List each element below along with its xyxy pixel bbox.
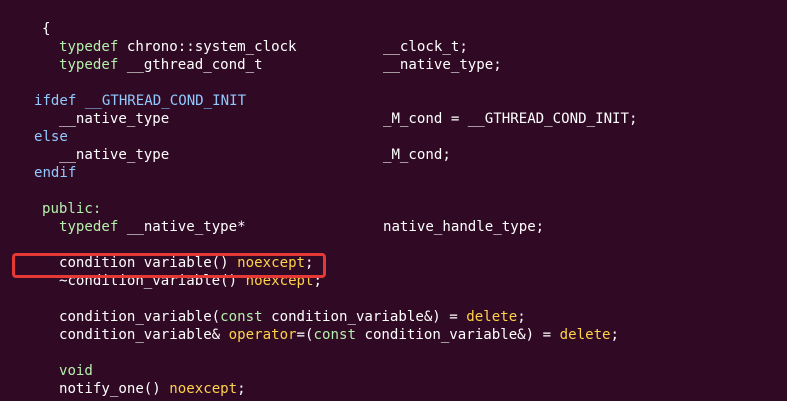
code-line: _M_cond; [349, 128, 451, 163]
code-line: __native_type; [349, 38, 502, 73]
code-specifier: operator [228, 327, 297, 343]
code-line: __native_type [25, 128, 169, 163]
code-line: notify_one() noexcept; [25, 362, 246, 397]
code-preprocessor: endif [33, 165, 77, 181]
code-token: __native_type; [382, 57, 502, 73]
code-line: __native_type [25, 92, 169, 127]
code-token: _M_cond; [382, 147, 451, 163]
code-keyword: const [313, 327, 356, 343]
code-token: ; [610, 327, 620, 343]
code-token: ; [237, 381, 246, 397]
code-line: typedef __native_type* [25, 200, 246, 235]
code-line: void [25, 344, 93, 379]
code-token: __native_type [58, 111, 170, 127]
code-token: __native_type* [118, 219, 246, 235]
code-line: native_handle_type; [349, 200, 544, 235]
code-token: native_handle_type; [382, 219, 545, 235]
code-token: __gthread_cond_t [118, 57, 263, 73]
code-line: condition variable() noexcept; [25, 236, 314, 271]
code-line: condition_variable(const condition_varia… [25, 290, 526, 325]
code-token: notify_one() [58, 381, 170, 397]
code-keyword: typedef [58, 219, 119, 235]
code-token: condition_variable& [58, 327, 229, 343]
code-token: =( [296, 327, 314, 343]
code-line: typedef __gthread_cond_t [25, 38, 263, 73]
code-line: endif [0, 146, 76, 181]
code-token: _M_cond = __GTHREAD_COND_INIT; [382, 111, 638, 127]
code-line: _M_cond = __GTHREAD_COND_INIT; [349, 92, 638, 127]
code-line: ifdef __GTHREAD_COND_INIT [0, 74, 246, 109]
code-line: condition_variable& operator=(const cond… [25, 308, 619, 343]
code-line: public: [8, 182, 101, 217]
code-keyword: typedef [58, 57, 119, 73]
code-specifier: delete [559, 327, 611, 343]
highlight-annotation-box [12, 253, 326, 278]
code-token: condition_variable&) = [355, 327, 560, 343]
code-specifier: noexcept [169, 381, 238, 397]
code-line: __clock_t; [349, 20, 468, 55]
code-line: { [8, 2, 51, 37]
terminal-window[interactable]: { typedef chrono::system_clock __clock_t… [0, 0, 787, 401]
code-line: typedef chrono::system_clock [25, 20, 297, 55]
code-line: else [0, 110, 68, 145]
